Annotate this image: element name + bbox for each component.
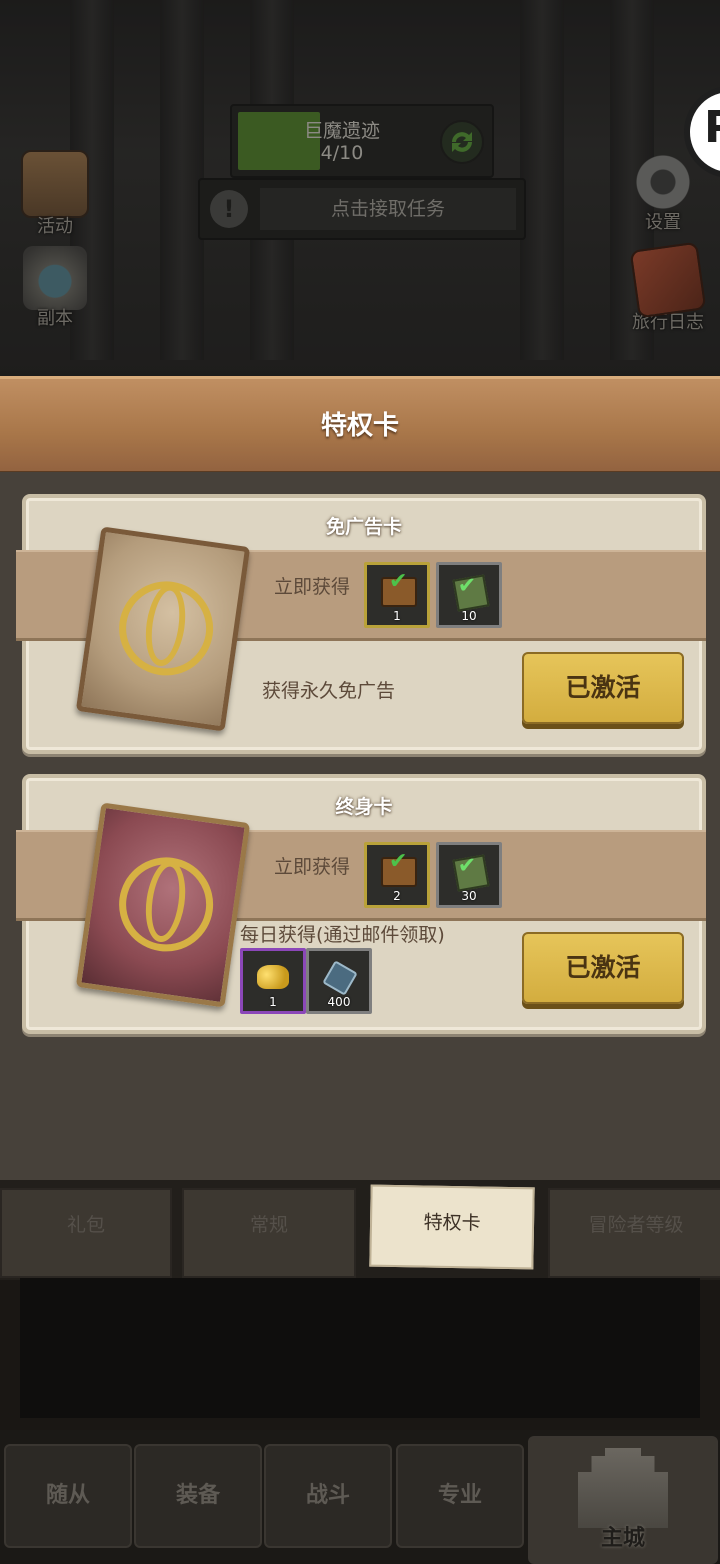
instant-label: 立即获得 — [274, 856, 351, 878]
reward-qty: 30 — [461, 889, 477, 903]
quest-count: 4/10 — [320, 142, 364, 164]
tab-privilege-card[interactable]: 特权卡 — [369, 1184, 535, 1270]
reward-chest[interactable]: 1 — [364, 562, 430, 628]
nav-profession[interactable]: 专业 — [396, 1444, 524, 1548]
reward-qty: 1 — [269, 995, 277, 1009]
gold-ore-icon — [257, 965, 289, 989]
lifetime-card-art — [75, 802, 251, 1008]
nav-main-city[interactable]: 主城 — [528, 1436, 718, 1564]
reward-qty: 1 — [393, 609, 401, 623]
activated-button[interactable]: 已激活 — [522, 932, 684, 1004]
card-description: 获得永久免广告 — [262, 680, 396, 702]
quest-name: 巨魔遗迹 — [303, 120, 380, 142]
journal-icon — [629, 241, 707, 319]
activity-icon — [21, 150, 89, 218]
daily-label: 每日获得(通过邮件领取) — [240, 924, 445, 946]
dungeon-label: 副本 — [37, 308, 73, 329]
shop-tabs: 礼包 常规 特权卡 冒险者等级 — [0, 1180, 720, 1280]
reward-qty: 400 — [327, 995, 351, 1009]
reward-ticket[interactable]: 10 — [436, 562, 502, 628]
settings-button[interactable]: 设置 — [618, 150, 708, 246]
no-ads-card-art — [75, 526, 251, 732]
panel-header: 特权卡 — [0, 376, 720, 475]
instant-label: 立即获得 — [274, 576, 351, 598]
main-city-label: 主城 — [600, 1526, 645, 1551]
log-area — [20, 1278, 700, 1418]
ticket-icon — [452, 574, 490, 612]
no-ads-card: 免广告卡 立即获得 1 10 获得永久免广告 已激活 — [16, 494, 706, 754]
reward-qty: 2 — [393, 889, 401, 903]
gear-icon — [631, 150, 695, 214]
celtic-knot-icon — [113, 851, 220, 958]
bottom-nav: 随从 装备 战斗 专业 主城 — [0, 1430, 720, 1564]
lifetime-card: 终身卡 立即获得 2 30 每日获得(通过邮件领取) 1 400 已激活 — [16, 774, 706, 1034]
reward-qty: 10 — [461, 609, 477, 623]
panel-title: 特权卡 — [320, 411, 399, 441]
refresh-icon[interactable] — [440, 120, 484, 164]
chest-icon — [381, 569, 417, 607]
daily-reward-gem[interactable]: 400 — [306, 948, 372, 1014]
daily-reward-gold-ore[interactable]: 1 — [240, 948, 306, 1014]
accept-task-bar[interactable]: ! 点击接取任务 — [198, 178, 526, 240]
gem-icon — [322, 960, 358, 996]
dungeon-icon — [23, 246, 87, 310]
nav-followers[interactable]: 随从 — [4, 1444, 132, 1548]
activity-button[interactable]: 活动 — [10, 150, 100, 246]
privilege-card-panel: 免广告卡 立即获得 1 10 获得永久免广告 已激活 终身卡 立即获得 2 — [0, 472, 720, 1180]
reward-ticket[interactable]: 30 — [436, 842, 502, 908]
castle-icon — [578, 1448, 668, 1528]
tab-adventurer-level[interactable]: 冒险者等级 — [548, 1188, 720, 1278]
task-prompt: 点击接取任务 — [260, 188, 516, 230]
dungeon-button[interactable]: 副本 — [10, 246, 100, 342]
background-scene: 巨魔遗迹 4/10 ! 点击接取任务 活动 副本 设置 旅行日志 P — [0, 0, 720, 380]
reward-chest[interactable]: 2 — [364, 842, 430, 908]
journal-button[interactable]: 旅行日志 — [618, 241, 718, 342]
tab-regular[interactable]: 常规 — [182, 1188, 356, 1278]
nav-equipment[interactable]: 装备 — [134, 1444, 262, 1548]
settings-label: 设置 — [645, 212, 681, 233]
tab-gift-pack[interactable]: 礼包 — [0, 1188, 172, 1278]
celtic-knot-icon — [113, 575, 220, 682]
activity-label: 活动 — [37, 216, 73, 237]
ticket-icon — [452, 854, 490, 892]
alert-icon: ! — [210, 190, 248, 228]
nav-battle[interactable]: 战斗 — [264, 1444, 392, 1548]
chest-icon — [381, 849, 417, 887]
quest-progress-bar[interactable]: 巨魔遗迹 4/10 — [230, 104, 494, 178]
activated-button[interactable]: 已激活 — [522, 652, 684, 724]
